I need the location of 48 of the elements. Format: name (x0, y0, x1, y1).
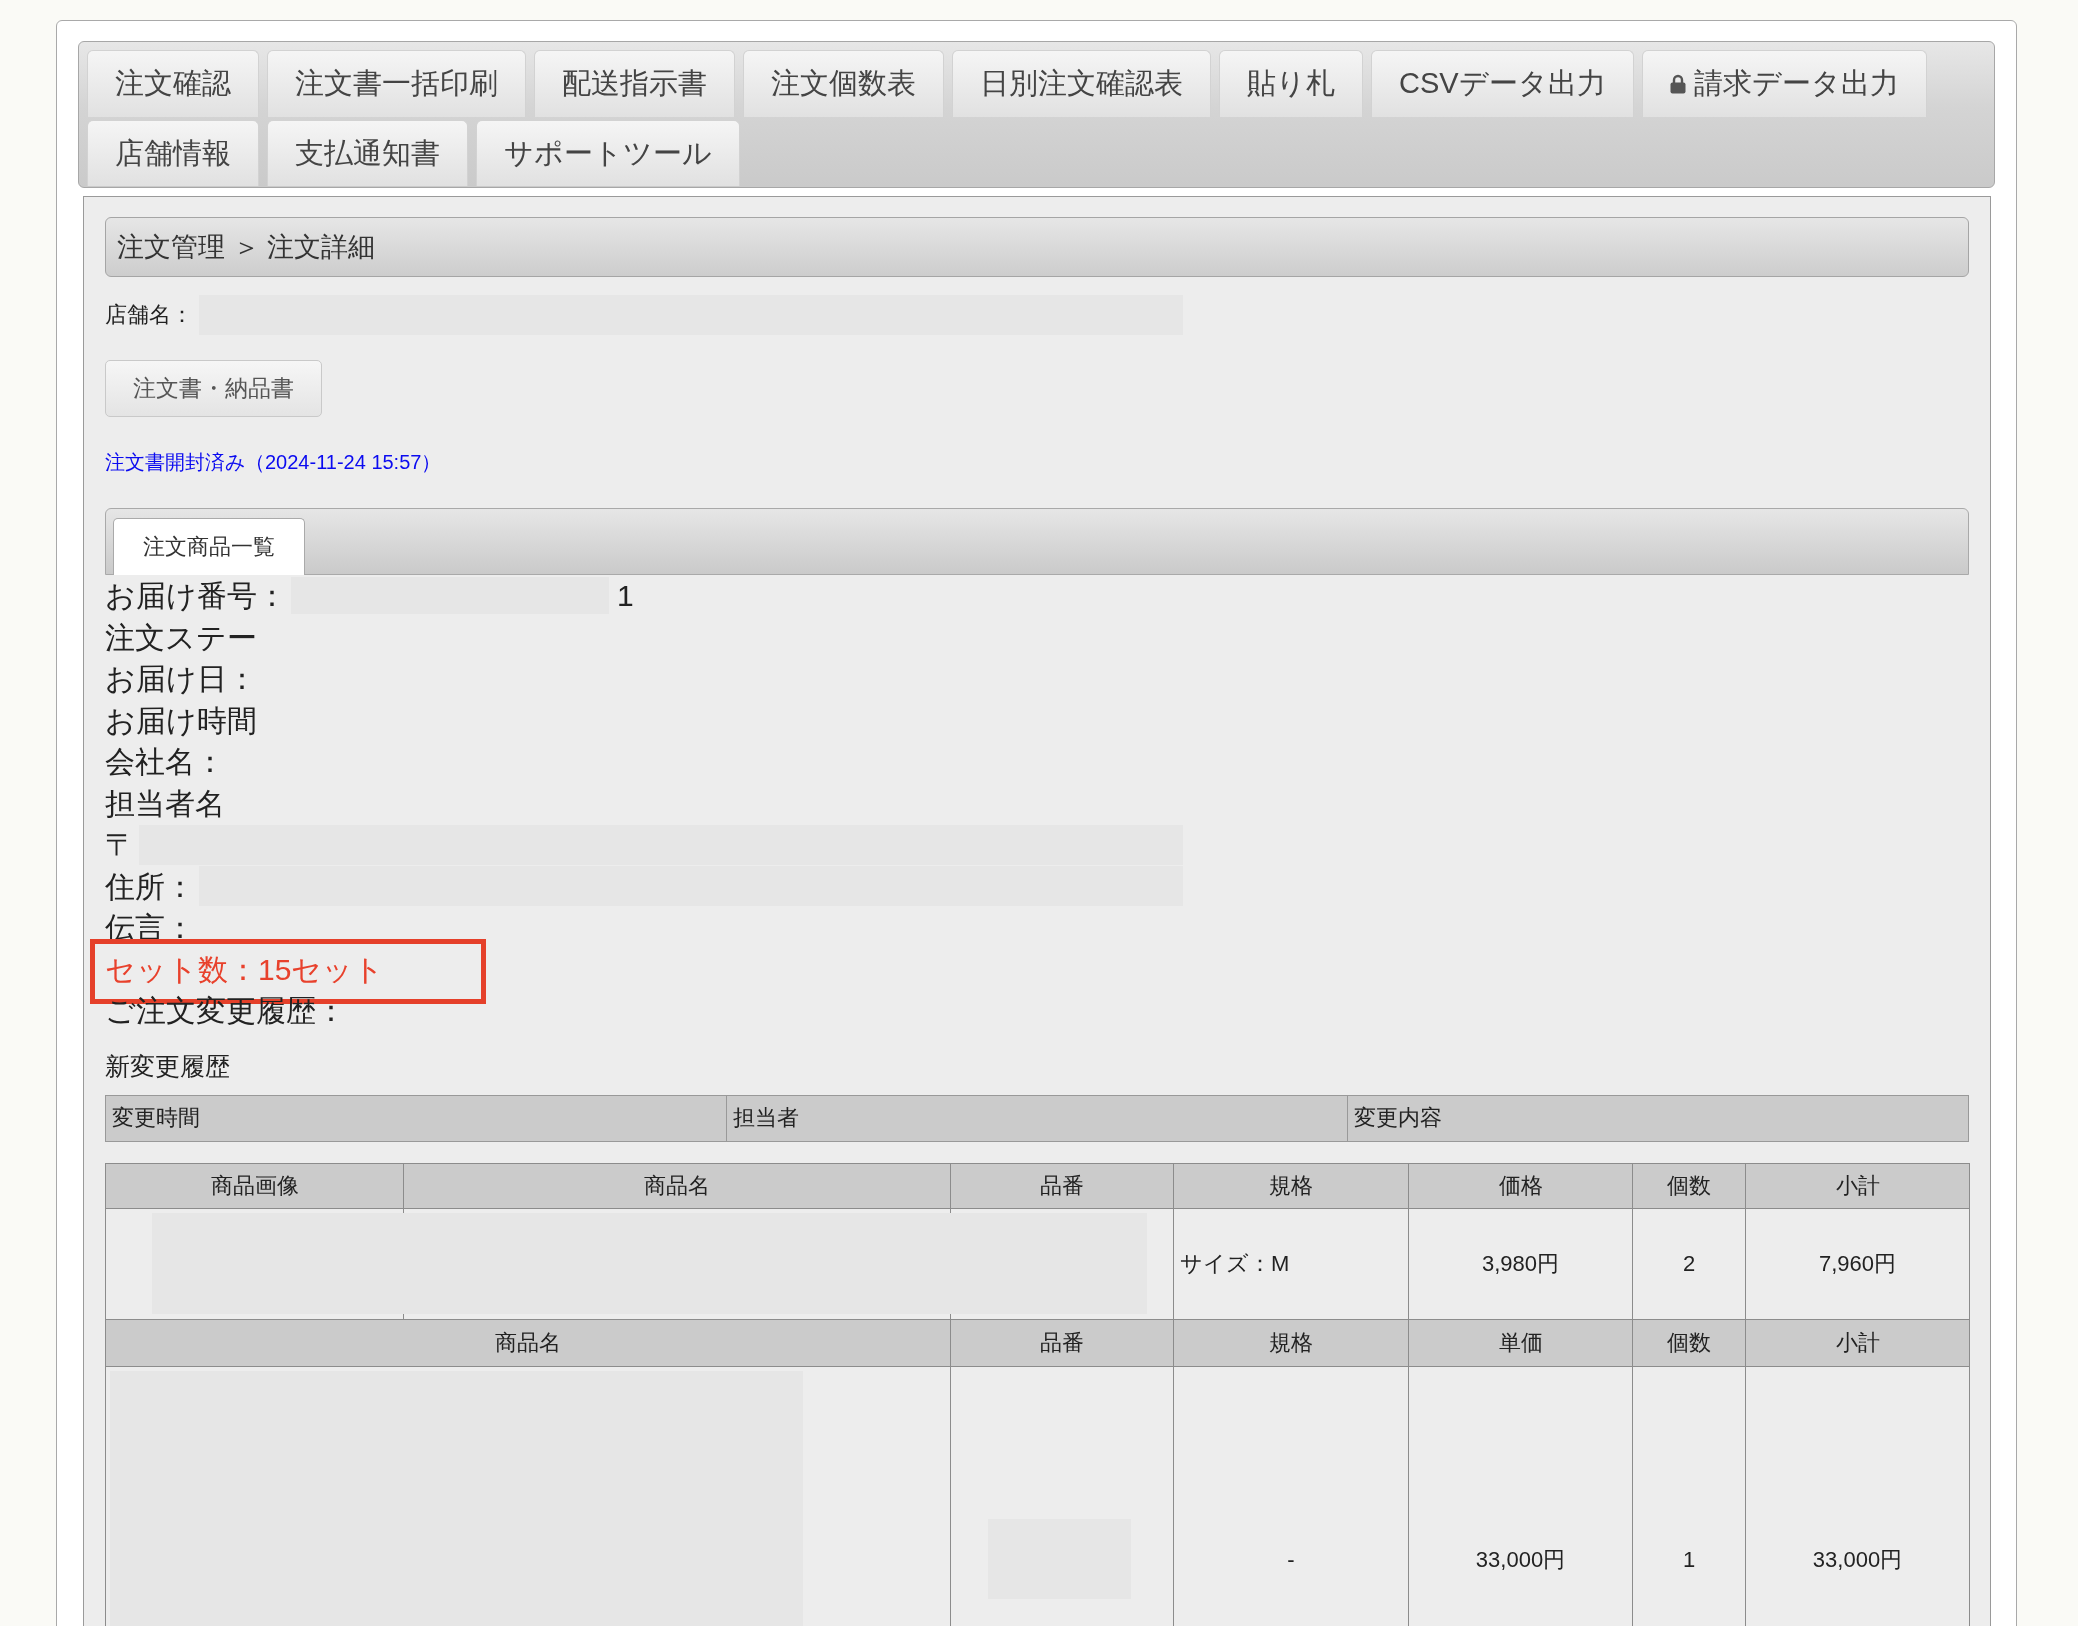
table-header-cell: 変更時間 (105, 1095, 727, 1141)
table-header-cell: 単価 (1408, 1319, 1633, 1366)
detail-label: セット数：15セット (105, 951, 385, 988)
table-header-cell: 小計 (1745, 1163, 1970, 1208)
detail-label: 注文ステー (105, 619, 257, 656)
table-header-cell: 小計 (1745, 1319, 1970, 1366)
panel-tab[interactable]: 注文商品一覧 (113, 518, 305, 575)
detail-label: 会社名： (105, 744, 225, 780)
table-header-cell: 価格 (1408, 1163, 1633, 1208)
nav-tab[interactable]: 日別注文確認表 (952, 50, 1211, 117)
table-header-cell: 規格 (1173, 1319, 1409, 1366)
table-header-cell: 個数 (1632, 1163, 1746, 1208)
table-cell: 3,980円 (1408, 1208, 1633, 1319)
nav-tab[interactable]: CSVデータ出力 (1371, 50, 1634, 117)
table-header-cell: 変更内容 (1347, 1095, 1969, 1141)
table-cell: 2 (1632, 1208, 1746, 1319)
table-header-cell: 商品名 (105, 1319, 951, 1366)
nav-tab[interactable]: 配送指示書 (534, 50, 735, 117)
document-button[interactable]: 注文書・納品書 (105, 360, 322, 417)
detail-label: 〒 (105, 827, 135, 863)
detail-label: 担当者名 (105, 785, 225, 822)
nav-tab[interactable]: 注文個数表 (743, 50, 944, 117)
nav-tab[interactable]: 貼り札 (1219, 50, 1363, 117)
nav-tab[interactable]: 店舗情報 (87, 120, 259, 186)
nav-tab[interactable]: 注文書一括印刷 (267, 50, 526, 117)
table-header-cell: 商品名 (403, 1163, 951, 1208)
history-title: 新変更履歴 (105, 1050, 230, 1081)
table-header-cell: 品番 (950, 1163, 1174, 1208)
store-label: 店舗名： (105, 301, 193, 329)
table-cell: 7,960円 (1745, 1208, 1970, 1319)
detail-label: ご注文変更履歴： (105, 993, 346, 1029)
detail-label: お届け時間 (105, 702, 257, 739)
detail-value: 1 (617, 578, 634, 614)
detail-label: お届け日： (105, 661, 257, 697)
table-cell: サイズ：M (1173, 1208, 1409, 1319)
breadcrumb-text: 注文管理 ＞ 注文詳細 (117, 231, 375, 264)
table-header-cell: 個数 (1632, 1319, 1746, 1366)
table-header-cell: 商品画像 (105, 1163, 404, 1208)
detail-label: 住所： (105, 868, 195, 905)
detail-label: お届け番号： (105, 578, 287, 614)
open-status-link[interactable]: 注文書開封済み（2024-11-24 15:57） (105, 451, 442, 473)
table-header-cell: 担当者 (726, 1095, 1348, 1141)
table-header-cell: 品番 (950, 1319, 1174, 1366)
nav-tab[interactable]: 注文確認 (87, 50, 259, 117)
table-header-cell: 規格 (1173, 1163, 1409, 1208)
nav-tab[interactable]: 請求データ出力 (1641, 50, 1927, 117)
nav-tab[interactable]: サポートツール (476, 120, 740, 186)
nav-tab[interactable]: 支払通知書 (267, 120, 468, 186)
